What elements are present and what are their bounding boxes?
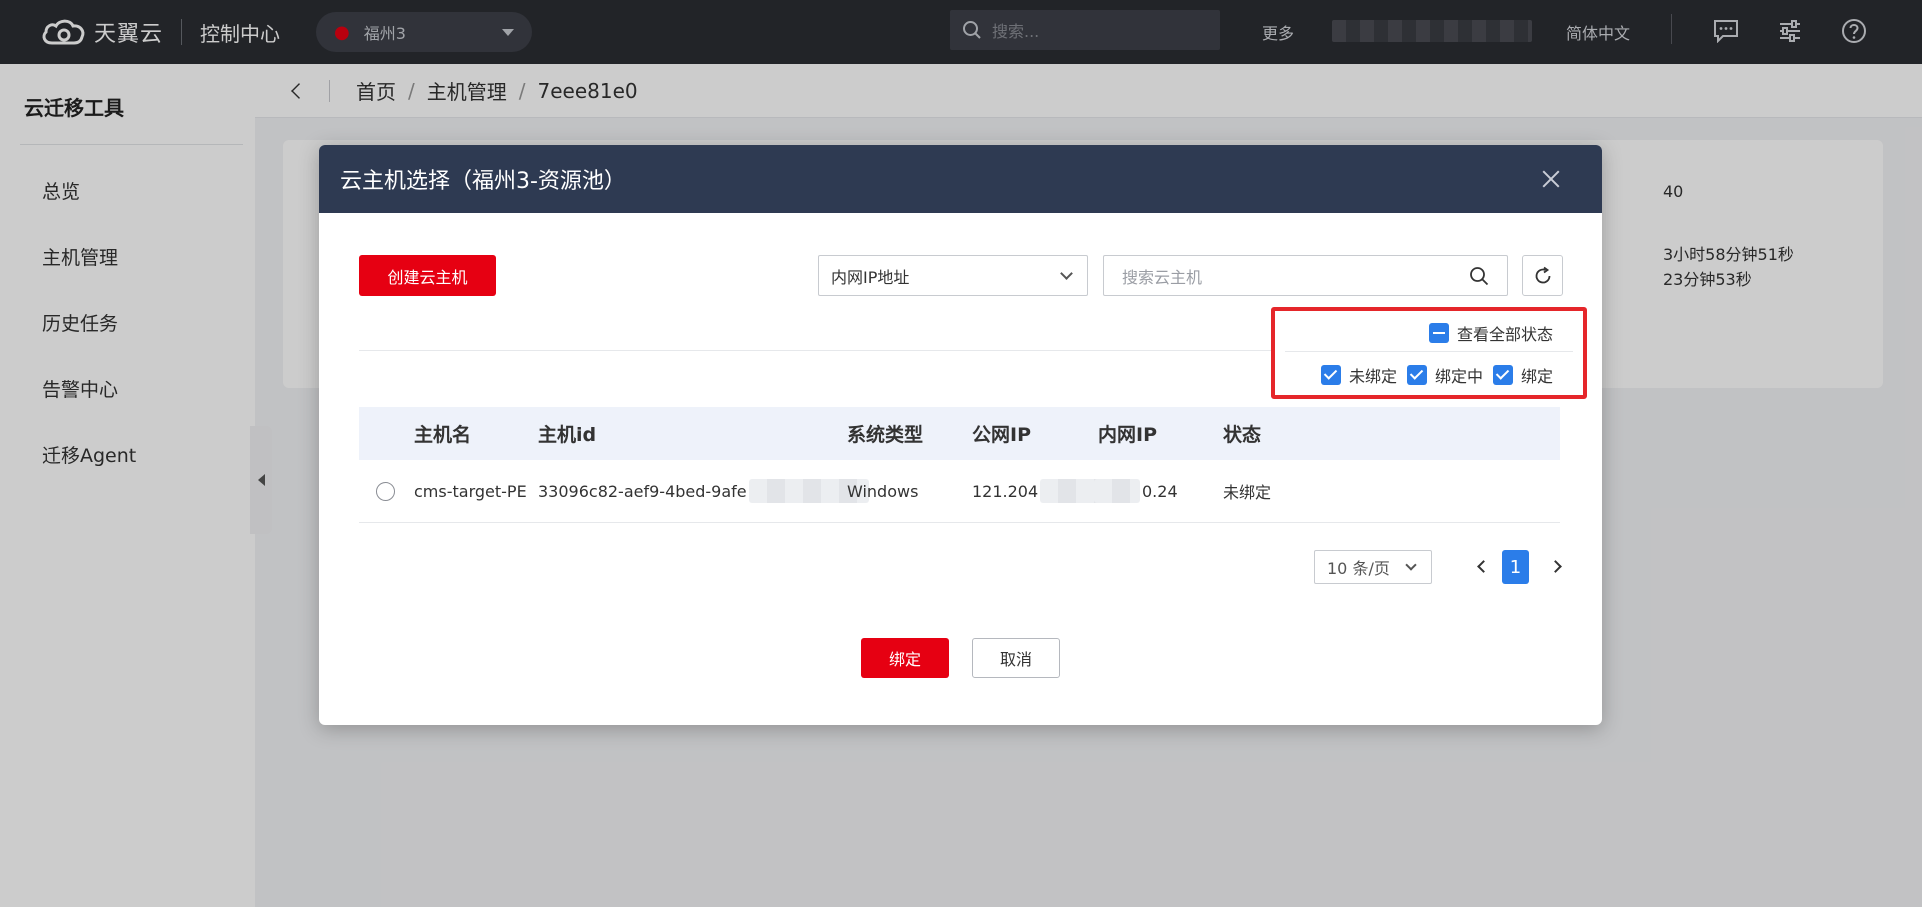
vm-search-input[interactable]: 搜索云主机	[1103, 255, 1508, 296]
divider	[359, 350, 1421, 351]
chevron-left-icon	[1476, 559, 1490, 573]
dialog-header: 云主机选择（福州3-资源池）	[319, 145, 1602, 213]
page-size-label: 10 条/页	[1327, 559, 1390, 578]
cell-host-id: 33096c82-aef9-4bed-9afe	[538, 479, 869, 503]
checked-checkbox-icon	[1492, 365, 1513, 385]
column-header-name: 主机名	[414, 424, 472, 446]
status-filter-unbound[interactable]: 未绑定	[1320, 363, 1397, 387]
page-size-select[interactable]: 10 条/页	[1314, 550, 1432, 584]
dialog-title: 云主机选择（福州3-资源池）	[340, 169, 626, 194]
status-filter-bound-label: 绑定	[1520, 367, 1553, 386]
vm-select-dialog: 云主机选择（福州3-资源池） 创建云主机 内网IP地址 搜索云主机 查看全部状态…	[319, 145, 1602, 725]
prev-page-button[interactable]	[1472, 555, 1494, 577]
refresh-button[interactable]	[1522, 255, 1563, 296]
cell-host-name: cms-target-PE	[414, 481, 527, 501]
indeterminate-checkbox-icon	[1428, 323, 1449, 343]
chevron-right-icon	[1548, 559, 1562, 573]
vm-search-placeholder: 搜索云主机	[1122, 267, 1203, 287]
column-header-id: 主机id	[538, 424, 597, 446]
status-filter-binding-label: 绑定中	[1434, 367, 1483, 386]
table-row[interactable]: cms-target-PE 33096c82-aef9-4bed-9afe Wi…	[359, 460, 1560, 523]
cell-os: Windows	[847, 481, 919, 501]
refresh-icon	[1535, 266, 1550, 283]
cell-status: 未绑定	[1223, 483, 1272, 502]
bind-button[interactable]: 绑定	[861, 638, 949, 678]
create-vm-button[interactable]: 创建云主机	[359, 255, 496, 296]
search-field-select[interactable]: 内网IP地址	[818, 255, 1088, 296]
column-header-public-ip: 公网IP	[972, 424, 1031, 446]
row-select-radio[interactable]	[376, 481, 395, 501]
cancel-button[interactable]: 取消	[972, 638, 1060, 678]
status-filter-all-label: 查看全部状态	[1456, 325, 1553, 344]
cell-public-ip: 121.204	[972, 479, 1111, 503]
column-header-os: 系统类型	[847, 424, 924, 446]
close-icon[interactable]	[1540, 168, 1562, 190]
chevron-down-icon	[1405, 558, 1417, 571]
cell-host-id-text: 33096c82-aef9-4bed-9afe	[538, 481, 747, 501]
status-filter-unbound-label: 未绑定	[1348, 367, 1397, 386]
status-filter-binding[interactable]: 绑定中	[1406, 363, 1483, 387]
search-field-selected: 内网IP地址	[831, 267, 910, 287]
table-header: 主机名 主机id 系统类型 公网IP 内网IP 状态	[359, 407, 1560, 460]
checked-checkbox-icon	[1406, 365, 1427, 385]
next-page-button[interactable]	[1544, 555, 1566, 577]
status-filter-panel: 查看全部状态 未绑定 绑定中 绑定	[1271, 307, 1587, 399]
cell-public-ip-text: 121.204	[972, 481, 1039, 501]
redacted-block	[1094, 479, 1140, 503]
status-filter-bound[interactable]: 绑定	[1492, 363, 1553, 387]
page-number-current[interactable]: 1	[1502, 550, 1529, 584]
cell-private-ip-text: 0.24	[1142, 481, 1178, 501]
column-header-status: 状态	[1223, 424, 1262, 446]
cell-private-ip: 0.24	[1094, 479, 1178, 503]
chevron-down-icon	[1060, 266, 1073, 280]
search-icon[interactable]	[1469, 266, 1489, 286]
column-header-private-ip: 内网IP	[1098, 424, 1157, 446]
status-filter-all[interactable]: 查看全部状态	[1428, 321, 1553, 345]
checked-checkbox-icon	[1320, 365, 1341, 385]
divider	[1285, 351, 1573, 352]
